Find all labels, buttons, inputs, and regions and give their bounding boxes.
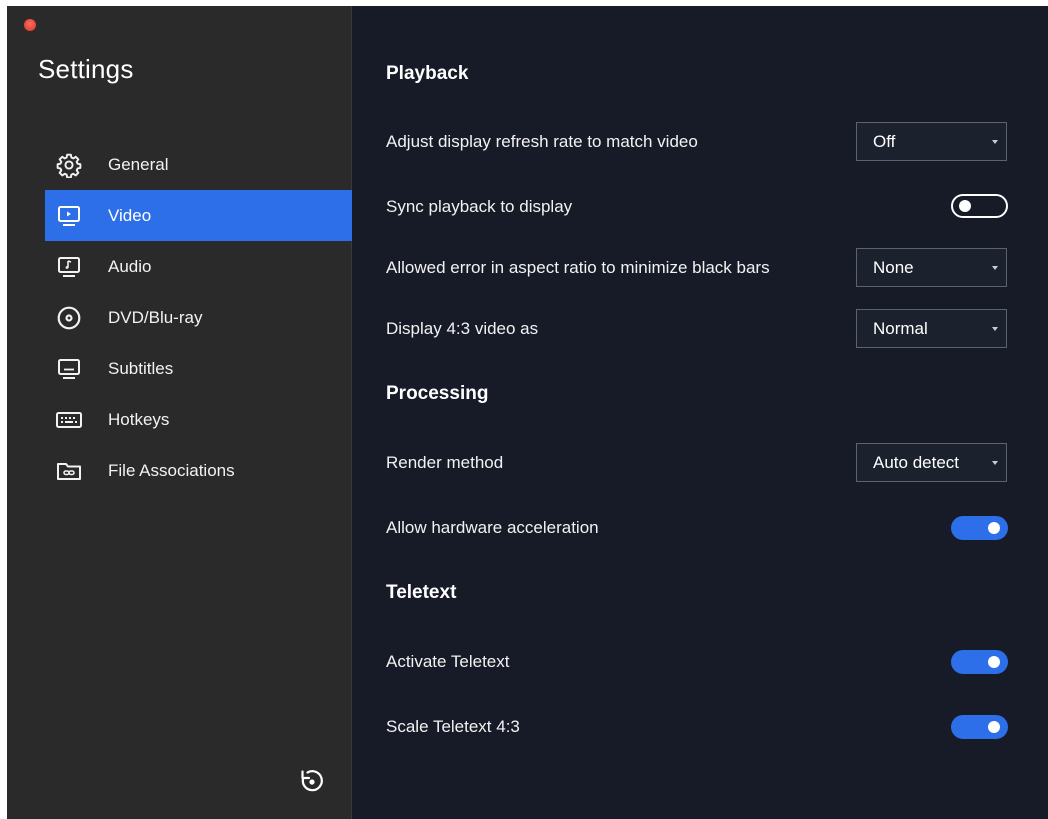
disc-icon — [45, 305, 93, 331]
close-window-button[interactable] — [24, 19, 36, 31]
hw-accel-label: Allow hardware acceleration — [386, 518, 599, 537]
settings-content: Playback Adjust display refresh rate to … — [352, 6, 1048, 819]
keyboard-icon — [45, 410, 93, 430]
render-method-select[interactable]: Auto detect — [856, 443, 1007, 482]
sidebar-title: Settings — [38, 54, 134, 84]
activate-teletext-toggle[interactable] — [951, 650, 1008, 674]
sidebar-item-label: Hotkeys — [108, 409, 170, 429]
section-title-teletext: Teletext — [386, 582, 457, 603]
sidebar-item-general[interactable]: General — [45, 139, 352, 190]
select-value: Off — [873, 131, 896, 151]
aspect-error-select[interactable]: None — [856, 248, 1007, 287]
gear-icon — [45, 152, 93, 178]
sidebar-item-subtitles[interactable]: Subtitles — [45, 343, 352, 394]
sidebar-item-hotkeys[interactable]: Hotkeys — [45, 394, 352, 445]
sidebar-item-label: Subtitles — [108, 358, 174, 378]
sidebar-item-label: Video — [108, 205, 152, 225]
sidebar-item-audio[interactable]: Audio — [45, 241, 352, 292]
scale-teletext-label: Scale Teletext 4:3 — [386, 717, 520, 736]
section-title-processing: Processing — [386, 383, 489, 404]
chevron-down-icon — [992, 326, 998, 331]
audio-icon — [45, 255, 93, 279]
sidebar-item-file-associations[interactable]: File Associations — [45, 445, 352, 496]
toggle-knob — [988, 522, 1000, 534]
sidebar-item-dvd-bluray[interactable]: DVD/Blu-ray — [45, 292, 352, 343]
select-value: Auto detect — [873, 452, 960, 472]
aspect-error-label: Allowed error in aspect ratio to minimiz… — [386, 258, 770, 277]
sidebar-item-label: Audio — [108, 256, 152, 276]
render-method-label: Render method — [386, 453, 504, 472]
display-43-label: Display 4:3 video as — [386, 319, 539, 338]
toggle-knob — [988, 721, 1000, 733]
sync-playback-label: Sync playback to display — [386, 197, 573, 216]
sidebar-item-video[interactable]: Video — [45, 190, 352, 241]
chevron-down-icon — [992, 139, 998, 144]
toggle-knob — [988, 656, 1000, 668]
sync-playback-toggle[interactable] — [951, 194, 1008, 218]
reset-button[interactable] — [297, 768, 327, 798]
section-title-playback: Playback — [386, 63, 469, 84]
sidebar-nav: General Video Audio DVD/Blu-ray Subtitle… — [45, 139, 352, 496]
refresh-rate-select[interactable]: Off — [856, 122, 1007, 161]
select-value: None — [873, 257, 914, 277]
sidebar-item-label: DVD/Blu-ray — [108, 307, 203, 327]
sidebar-item-label: File Associations — [108, 460, 235, 480]
subtitles-icon — [45, 357, 93, 381]
settings-window: Settings General Video Audio DVD/Blu-ray… — [7, 6, 1048, 819]
video-icon — [45, 204, 93, 228]
toggle-knob — [959, 200, 971, 212]
sidebar: Settings General Video Audio DVD/Blu-ray… — [7, 6, 352, 819]
refresh-rate-label: Adjust display refresh rate to match vid… — [386, 132, 698, 151]
activate-teletext-label: Activate Teletext — [386, 652, 510, 671]
sidebar-item-label: General — [108, 154, 169, 174]
reset-icon — [298, 767, 326, 800]
display-43-select[interactable]: Normal — [856, 309, 1007, 348]
chevron-down-icon — [992, 460, 998, 465]
hw-accel-toggle[interactable] — [951, 516, 1008, 540]
select-value: Normal — [873, 318, 928, 338]
chevron-down-icon — [992, 265, 998, 270]
scale-teletext-toggle[interactable] — [951, 715, 1008, 739]
folder-link-icon — [45, 459, 93, 483]
